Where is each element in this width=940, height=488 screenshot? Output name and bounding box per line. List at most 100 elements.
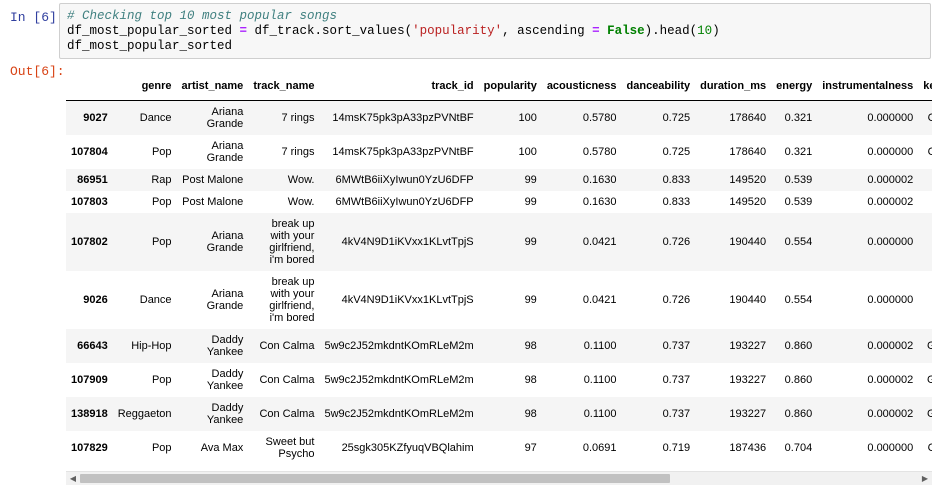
cell-artist-name: Daddy Yankee bbox=[206, 367, 244, 392]
cell-track-name: Con Calma bbox=[259, 373, 315, 386]
cell-artist-name: Ariana Grande bbox=[206, 139, 244, 164]
cell-key: C# bbox=[927, 441, 932, 454]
column-header: key bbox=[918, 72, 932, 101]
cell-track-name: Wow. bbox=[287, 173, 315, 186]
cell-track-name: Sweet but Psycho bbox=[265, 435, 315, 460]
cell-track-id: 5w9c2J52mkdntKOmRLeM2m bbox=[324, 373, 474, 386]
table-header-row: genre artist_name track_name track_id po… bbox=[66, 72, 932, 101]
code-editor[interactable]: # Checking top 10 most popular songs df_… bbox=[59, 3, 931, 59]
cell-artist-name: Post Malone bbox=[182, 173, 244, 186]
cell-danceability: 0.833 bbox=[662, 195, 691, 208]
code-line-1: # Checking top 10 most popular songs bbox=[67, 9, 923, 24]
cell-instrumentalness: 0.000000 bbox=[867, 145, 914, 158]
cell-duration-ms: 178640 bbox=[729, 145, 767, 158]
row-index: 138918 bbox=[71, 407, 108, 420]
cell-acousticness: 0.0691 bbox=[582, 441, 617, 454]
cell-acousticness: 0.1100 bbox=[583, 373, 617, 386]
cell-genre: Pop bbox=[151, 373, 172, 386]
scroll-right-icon[interactable]: ▶ bbox=[918, 472, 932, 485]
cell-acousticness: 0.0421 bbox=[582, 235, 617, 248]
cell-track-name: 7 rings bbox=[281, 111, 315, 124]
cell-track-id: 4kV4N9D1iKVxx1KLvtTpjS bbox=[341, 293, 474, 306]
output-area: genre artist_name track_name track_id po… bbox=[66, 72, 932, 469]
code-token: df_track.sort_values( bbox=[247, 24, 413, 38]
scrollbar-thumb[interactable] bbox=[80, 474, 670, 483]
cell-duration-ms: 187436 bbox=[729, 441, 767, 454]
cell-duration-ms: 193227 bbox=[729, 339, 767, 352]
cell-energy: 0.539 bbox=[784, 173, 813, 186]
cell-duration-ms: 178640 bbox=[729, 111, 767, 124]
cell-instrumentalness: 0.000000 bbox=[867, 441, 914, 454]
table-row: 138918 Reggaeton Daddy Yankee Con Calma 5w9c… bbox=[66, 396, 932, 431]
cell-artist-name: Daddy Yankee bbox=[206, 333, 244, 358]
cell-energy: 0.554 bbox=[784, 293, 813, 306]
cell-duration-ms: 193227 bbox=[729, 407, 767, 420]
code-token: ) bbox=[712, 24, 720, 38]
column-header: track_id bbox=[319, 72, 479, 101]
cell-key: G# bbox=[926, 407, 932, 420]
cell-energy: 0.704 bbox=[784, 441, 813, 454]
code-token: ).head( bbox=[644, 24, 698, 38]
column-header: acousticness bbox=[541, 72, 622, 101]
cell-energy: 0.554 bbox=[784, 235, 813, 248]
cell-instrumentalness: 0.000000 bbox=[867, 293, 914, 306]
cell-danceability: 0.737 bbox=[662, 339, 691, 352]
cell-instrumentalness: 0.000002 bbox=[867, 373, 914, 386]
cell-instrumentalness: 0.000002 bbox=[867, 173, 914, 186]
cell-track-name: break up with your girlfriend, i'm bored bbox=[269, 275, 315, 324]
cell-key: F bbox=[918, 213, 932, 271]
column-header: popularity bbox=[478, 72, 542, 101]
cell-popularity: 99 bbox=[524, 173, 537, 186]
cell-acousticness: 0.1100 bbox=[583, 407, 617, 420]
table-row: 9026 Dance Ariana Grande break up with your… bbox=[66, 270, 932, 329]
cell-artist-name: Ariana Grande bbox=[206, 287, 244, 312]
code-token: df_most_popular_sorted bbox=[67, 39, 233, 53]
horizontal-scrollbar[interactable]: ◀ ▶ bbox=[66, 471, 932, 485]
cell-key: F bbox=[918, 271, 932, 329]
cell-duration-ms: 193227 bbox=[729, 373, 767, 386]
code-token: = bbox=[239, 24, 248, 38]
output-prompt: Out[6]: bbox=[10, 64, 65, 79]
cell-track-id: 4kV4N9D1iKVxx1KLvtTpjS bbox=[341, 235, 474, 248]
code-comment: # Checking top 10 most popular songs bbox=[67, 9, 338, 23]
table-row: 107909 Pop Daddy Yankee Con Calma 5w9c2J52mk… bbox=[66, 362, 932, 397]
code-line-2: df_most_popular_sorted = df_track.sort_v… bbox=[67, 24, 923, 39]
cell-popularity: 100 bbox=[518, 111, 537, 124]
scroll-left-icon[interactable]: ◀ bbox=[66, 472, 80, 485]
cell-popularity: 99 bbox=[524, 235, 537, 248]
table-row: 86951 Rap Post Malone Wow. 6MWtB6iiXyIwun0Yz… bbox=[66, 168, 932, 191]
cell-danceability: 0.719 bbox=[662, 441, 691, 454]
cell-popularity: 98 bbox=[524, 339, 537, 352]
cell-artist-name: Ava Max bbox=[200, 441, 244, 454]
cell-acousticness: 0.1630 bbox=[582, 195, 617, 208]
cell-popularity: 99 bbox=[524, 195, 537, 208]
cell-danceability: 0.725 bbox=[662, 145, 691, 158]
row-index: 107802 bbox=[71, 235, 108, 248]
cell-duration-ms: 149520 bbox=[729, 195, 767, 208]
column-header: danceability bbox=[621, 72, 696, 101]
column-header: instrumentalness bbox=[817, 72, 919, 101]
table-row: 9027 Dance Ariana Grande 7 rings 14msK75pk3p… bbox=[66, 100, 932, 135]
table-row: 107803 Pop Post Malone Wow. 6MWtB6iiXyIwun0Y… bbox=[66, 190, 932, 213]
cell-energy: 0.860 bbox=[784, 373, 813, 386]
cell-genre: Hip-Hop bbox=[131, 339, 172, 352]
cell-instrumentalness: 0.000002 bbox=[867, 195, 914, 208]
cell-danceability: 0.737 bbox=[662, 373, 691, 386]
code-line-3: df_most_popular_sorted bbox=[67, 39, 923, 54]
row-index: 107803 bbox=[71, 195, 108, 208]
cell-popularity: 99 bbox=[524, 293, 537, 306]
row-index: 9026 bbox=[83, 293, 108, 306]
table-row: 107802 Pop Ariana Grande break up with your… bbox=[66, 212, 932, 271]
column-header: artist_name bbox=[176, 72, 249, 101]
cell-energy: 0.321 bbox=[784, 145, 813, 158]
cell-artist-name: Ariana Grande bbox=[206, 105, 244, 130]
cell-track-id: 6MWtB6iiXyIwun0YzU6DFP bbox=[335, 173, 474, 186]
cell-track-name: 7 rings bbox=[281, 145, 315, 158]
cell-track-name: Con Calma bbox=[259, 407, 315, 420]
cell-danceability: 0.726 bbox=[662, 293, 691, 306]
cell-artist-name: Post Malone bbox=[182, 195, 244, 208]
dataframe-table: genre artist_name track_name track_id po… bbox=[66, 72, 932, 465]
column-header-index bbox=[66, 72, 113, 101]
row-index: 107804 bbox=[71, 145, 108, 158]
